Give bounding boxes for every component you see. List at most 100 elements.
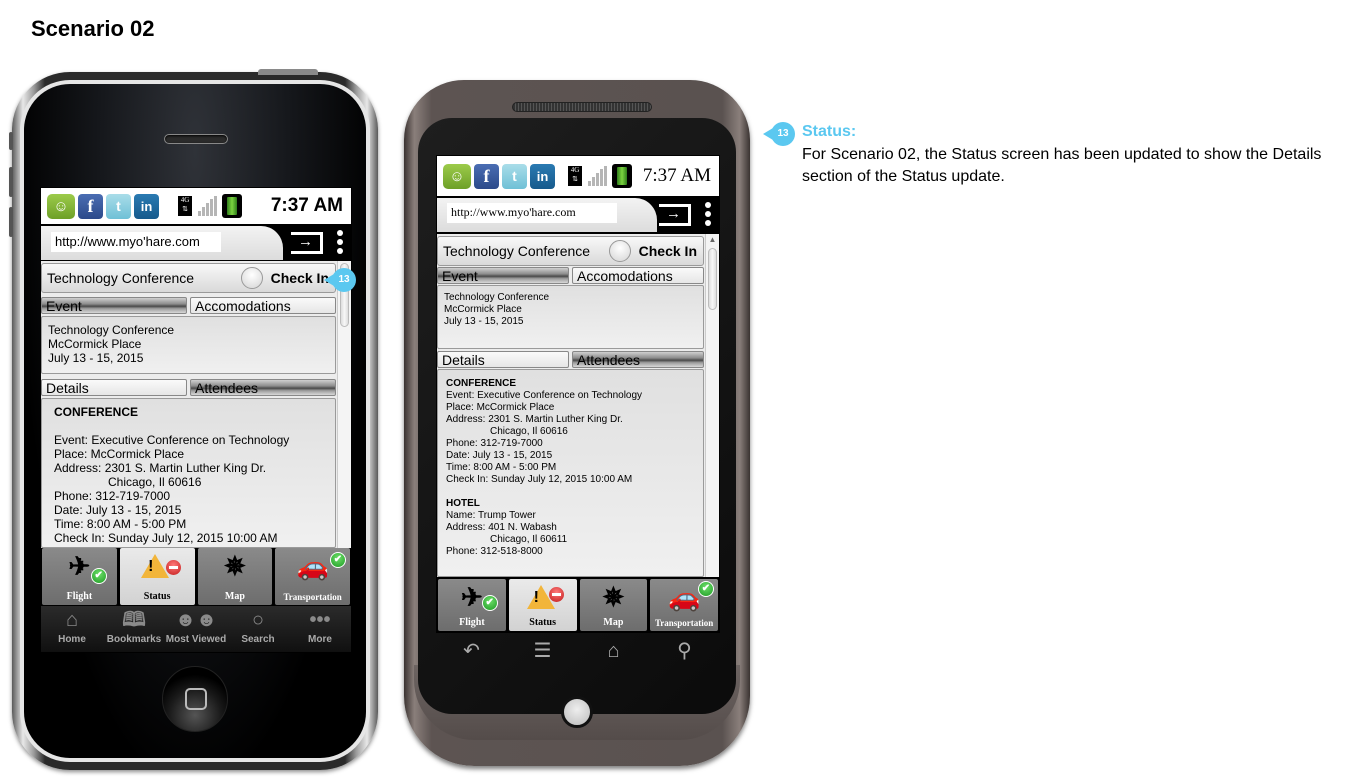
app-tab-status[interactable]: ! Status bbox=[508, 579, 577, 631]
go-arrow-icon[interactable]: → bbox=[291, 232, 323, 254]
url-bar: http://www.myo'hare.com → bbox=[437, 196, 719, 232]
check-badge-icon: ✔ bbox=[90, 568, 107, 584]
event-panel-line: July 13 - 15, 2015 bbox=[444, 316, 524, 327]
tab-details[interactable]: Details bbox=[41, 379, 187, 396]
ios-tab-most-viewed[interactable]: ☻☻ Most Viewed bbox=[165, 606, 227, 652]
check-badge-icon: ✔ bbox=[330, 552, 346, 568]
iphone-home-button[interactable] bbox=[162, 666, 228, 732]
details-panel: CONFERENCE Event: Executive Conference o… bbox=[437, 369, 704, 577]
facebook-icon[interactable]: f bbox=[78, 193, 103, 219]
scrollbar[interactable] bbox=[337, 261, 351, 548]
event-panel-line: McCormick Place bbox=[444, 304, 522, 315]
url-input[interactable]: http://www.myo'hare.com bbox=[447, 203, 617, 223]
details-address: Address: 2301 S. Martin Luther King Dr. bbox=[54, 461, 267, 475]
people-icon: ☻☻ bbox=[174, 609, 218, 631]
event-tabs: Event Accomodations bbox=[41, 297, 336, 314]
check-in-radio[interactable] bbox=[608, 240, 631, 262]
message-icon[interactable]: ☺ bbox=[47, 193, 75, 219]
app-tab-label: Map bbox=[603, 617, 624, 628]
details-event: Event: Executive Conference on Technolog… bbox=[54, 433, 290, 447]
details-time: Time: 8:00 AM - 5:00 PM bbox=[446, 462, 557, 473]
event-panel-line: Technology Conference bbox=[444, 292, 550, 303]
warning-mark: ! bbox=[148, 558, 154, 575]
event-tabs: Event Accomodations bbox=[437, 267, 704, 284]
sleep-button bbox=[258, 69, 318, 75]
ios-tab-home[interactable]: ⌂ Home bbox=[41, 606, 103, 652]
network-4g-icon: 4G ⇅ bbox=[568, 166, 582, 186]
app-tab-label: Flight bbox=[66, 591, 93, 602]
menu-icon[interactable]: ☰ bbox=[507, 633, 578, 669]
check-badge-icon: ✔ bbox=[698, 581, 714, 597]
app-tab-label: Status bbox=[143, 591, 171, 602]
home-icon: ⌂ bbox=[65, 609, 79, 631]
event-panel-line: Technology Conference bbox=[48, 323, 175, 337]
url-bar: http://www.myo'hare.com → bbox=[41, 224, 351, 260]
details-date: Date: July 13 - 15, 2015 bbox=[54, 503, 182, 517]
details-date: Date: July 13 - 15, 2015 bbox=[446, 450, 553, 461]
tab-accomodations[interactable]: Accomodations bbox=[190, 297, 336, 314]
details-address: Address: 2301 S. Martin Luther King Dr. bbox=[446, 414, 623, 425]
event-panel-line: July 13 - 15, 2015 bbox=[48, 351, 144, 365]
hotel-address: Address: 401 N. Wabash bbox=[446, 522, 557, 533]
app-tab-status[interactable]: ! Status bbox=[119, 548, 195, 605]
volume-up-button bbox=[9, 167, 13, 197]
ios-tab-more[interactable]: ••• More bbox=[289, 606, 351, 652]
back-icon[interactable]: ↶ bbox=[436, 633, 507, 669]
event-header: Technology Conference Check In bbox=[437, 236, 704, 266]
annotation-title: Status: bbox=[802, 123, 857, 140]
event-panel: Technology Conference McCormick Place Ju… bbox=[41, 316, 336, 374]
facebook-icon[interactable]: f bbox=[474, 163, 499, 189]
mute-switch bbox=[9, 132, 13, 150]
app-tab-map[interactable]: ✵ Map bbox=[197, 548, 273, 605]
check-in-label[interactable]: Check In bbox=[639, 243, 697, 259]
signal-icon bbox=[588, 166, 607, 186]
scroll-up-icon[interactable]: ▲ bbox=[706, 234, 719, 246]
no-entry-badge-icon bbox=[165, 560, 181, 575]
linkedin-icon[interactable]: in bbox=[530, 163, 555, 189]
tab-accomodations[interactable]: Accomodations bbox=[572, 267, 704, 284]
app-tab-flight[interactable]: ✈ ✔ Flight bbox=[42, 548, 117, 605]
url-input[interactable]: http://www.myo'hare.com bbox=[51, 232, 221, 252]
event-title: Technology Conference bbox=[47, 270, 195, 286]
go-arrow-icon[interactable]: → bbox=[659, 204, 691, 226]
message-icon[interactable]: ☺ bbox=[443, 163, 471, 189]
warning-icon bbox=[141, 554, 170, 578]
app-tab-label: Transportation bbox=[654, 618, 714, 628]
compass-icon: ✵ bbox=[602, 583, 625, 612]
event-title: Technology Conference bbox=[443, 243, 591, 259]
ios-tab-bookmarks[interactable]: 🕮 Bookmarks bbox=[103, 606, 165, 652]
speaker-grille bbox=[512, 102, 652, 112]
tab-event[interactable]: Event bbox=[437, 267, 569, 284]
app-tab-label: Flight bbox=[459, 617, 485, 628]
event-header: Technology Conference Check In bbox=[41, 263, 336, 293]
twitter-icon[interactable]: t bbox=[502, 163, 527, 189]
home-icon[interactable]: ⌂ bbox=[578, 633, 649, 669]
tab-attendees[interactable]: Attendees bbox=[572, 351, 704, 368]
app-tab-transportation[interactable]: 🚗 ✔ Transportation bbox=[650, 579, 718, 631]
twitter-icon[interactable]: t bbox=[106, 193, 131, 219]
overflow-menu-icon[interactable] bbox=[337, 230, 343, 254]
app-tab-map[interactable]: ✵ Map bbox=[579, 579, 648, 631]
search-icon[interactable]: ⚲ bbox=[649, 633, 720, 669]
check-in-radio[interactable] bbox=[240, 267, 263, 289]
linkedin-icon[interactable]: in bbox=[134, 193, 159, 219]
content-area: ▲ Technology Conference Check In Event A… bbox=[437, 234, 719, 577]
details-place: Place: McCormick Place bbox=[446, 402, 555, 413]
ios-tab-search[interactable]: ○ Search bbox=[227, 606, 289, 652]
tab-details[interactable]: Details bbox=[437, 351, 569, 368]
tab-event[interactable]: Event bbox=[41, 297, 187, 314]
hotel-name: Name: Trump Tower bbox=[446, 510, 536, 521]
overflow-menu-icon[interactable] bbox=[705, 202, 711, 226]
app-tab-transportation[interactable]: 🚗 ✔ Transportation bbox=[275, 548, 350, 605]
app-tab-bar: ✈ ✔ Flight ! Status ✵ Map 🚗 ✔ Transporta… bbox=[41, 548, 351, 605]
app-tab-flight[interactable]: ✈ ✔ Flight bbox=[438, 579, 506, 631]
hotel-address-city: Chicago, Il 60611 bbox=[490, 534, 568, 545]
tab-attendees[interactable]: Attendees bbox=[190, 379, 336, 396]
trackball-button[interactable] bbox=[561, 696, 593, 728]
check-in-label[interactable]: Check In bbox=[271, 270, 329, 286]
scrollbar[interactable]: ▲ bbox=[705, 234, 719, 577]
details-tabs: Details Attendees bbox=[41, 379, 336, 396]
details-time: Time: 8:00 AM - 5:00 PM bbox=[54, 517, 187, 531]
search-icon: ○ bbox=[251, 609, 265, 631]
volume-down-button bbox=[9, 207, 13, 237]
